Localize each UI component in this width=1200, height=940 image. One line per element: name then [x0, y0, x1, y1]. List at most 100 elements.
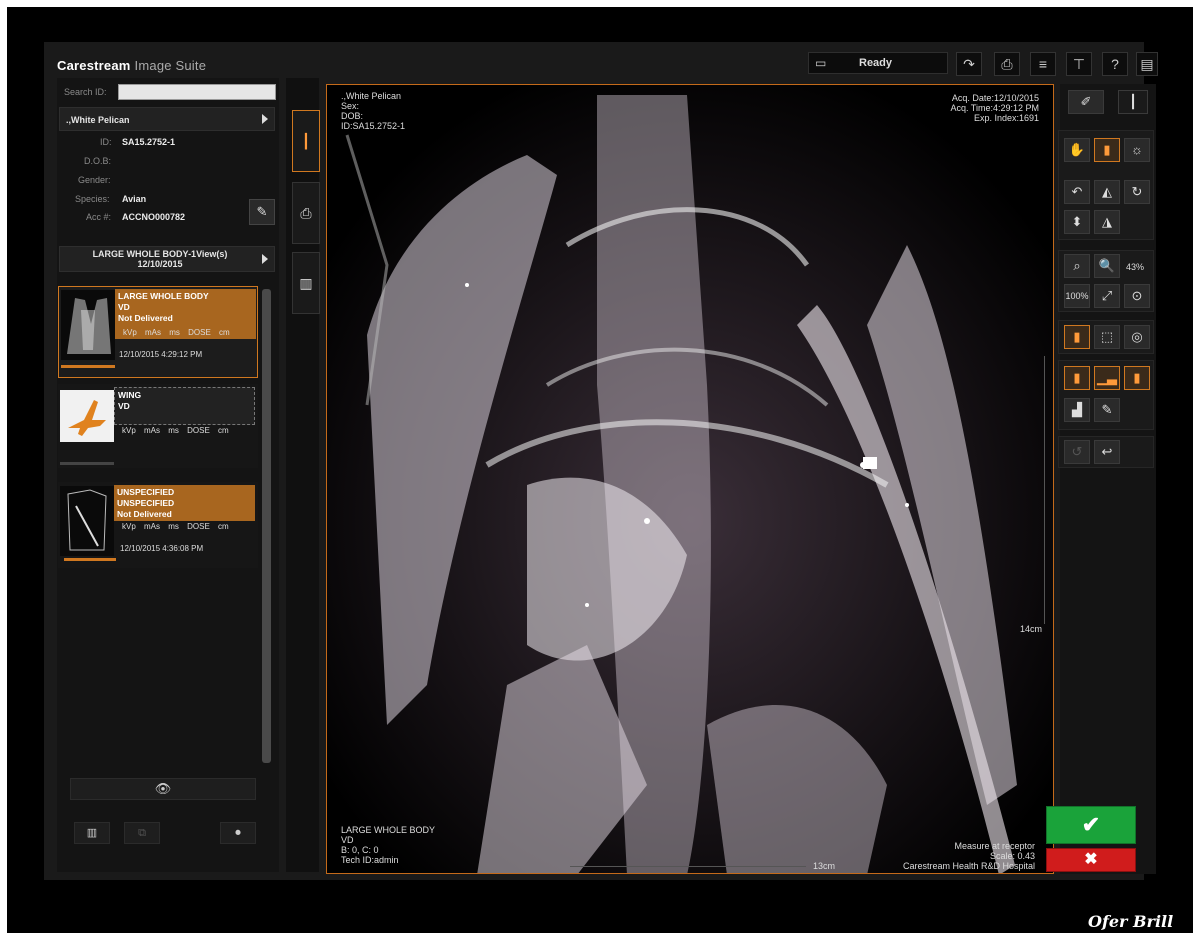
- ellipse-icon[interactable]: ◎: [1124, 325, 1150, 349]
- edit-pencil-icon[interactable]: ✎: [249, 199, 275, 225]
- xray-viewer[interactable]: .,White Pelican Sex: DOB: ID:SA15.2752-1…: [326, 84, 1054, 874]
- species-value: Avian: [122, 194, 147, 204]
- overlay-institution: Carestream Health R&D Hospital: [902, 861, 1035, 871]
- process-alt-icon[interactable]: ▮: [1124, 366, 1150, 390]
- pan-hand-icon[interactable]: ✋: [1064, 138, 1090, 162]
- overlay-body-part: LARGE WHOLE BODY: [341, 825, 436, 835]
- scale-right-label: 14cm: [1020, 624, 1043, 634]
- reject-x-icon[interactable]: ✖: [1046, 848, 1136, 872]
- overlay-top-right: Acq. Date:12/10/2015 Acq. Time:4:29:12 P…: [950, 93, 1039, 123]
- thumbnail-unspecified[interactable]: UNSPECIFIED UNSPECIFIED Not Delivered kV…: [58, 482, 258, 568]
- selection-underline: [61, 365, 115, 368]
- thumbnail-large-whole-body[interactable]: LARGE WHOLE BODY VD Not Delivered kVp mA…: [58, 286, 258, 378]
- tab-print[interactable]: ⎙: [292, 182, 320, 244]
- print-icon[interactable]: ⎙: [994, 52, 1020, 76]
- patient-name: .,White Pelican: [66, 115, 130, 125]
- mirror-icon[interactable]: ◮: [1094, 210, 1120, 234]
- rotate-right-icon[interactable]: ↻: [1124, 180, 1150, 204]
- overlay-id: ID:SA15.2752-1: [341, 121, 406, 131]
- overlay-measure: Measure at receptor: [954, 841, 1035, 851]
- redo-icon[interactable]: ↷: [956, 52, 982, 76]
- status-box: ▭ Ready: [808, 52, 948, 74]
- scale-bottom-label: 13cm: [813, 861, 836, 871]
- zoom-icon[interactable]: 🔍: [1094, 254, 1120, 278]
- photo-credit: Ofer Brill: [1088, 912, 1174, 931]
- xray-thumbnail: [60, 486, 114, 556]
- tab-acquire[interactable]: ┃: [292, 110, 320, 172]
- clipboard-icon[interactable]: ▤: [1136, 52, 1158, 76]
- thumbnail-wing[interactable]: WING VD kVp mAs ms DOSE cm: [58, 384, 258, 468]
- overlay-bottom-right: Measure at receptor Scale: 0.43 Carestre…: [903, 841, 1035, 871]
- rotate-left-icon[interactable]: ↶: [1064, 180, 1090, 204]
- thumb-status: Not Delivered: [118, 313, 173, 323]
- thumb-params: kVp mAs ms DOSE cm: [122, 426, 229, 435]
- ruler-bottom: [570, 866, 806, 869]
- thumb-title: UNSPECIFIED: [117, 487, 175, 497]
- undo-disabled-icon[interactable]: ↺: [1064, 440, 1090, 464]
- flip-vertical-icon[interactable]: ⬍: [1064, 210, 1090, 234]
- ruler-right: [1044, 356, 1047, 624]
- magnifier-icon[interactable]: ⊙: [1124, 284, 1150, 308]
- overlay-bottom-left: LARGE WHOLE BODY VD B: 0, C: 0 Tech ID:a…: [341, 825, 435, 865]
- fit-icon[interactable]: ⤢: [1094, 284, 1120, 308]
- show-hidden-eye-icon[interactable]: 👁: [70, 778, 256, 800]
- thumb-params: kVp mAs ms DOSE cm: [122, 522, 229, 531]
- thumbnail-scrollbar[interactable]: [262, 289, 271, 763]
- zoom-percent: 43%: [1126, 262, 1145, 272]
- acc-label: Acc #:: [86, 212, 112, 222]
- patient-name-row[interactable]: .,White Pelican: [59, 107, 275, 131]
- thumb-title: WING: [118, 390, 142, 400]
- database-icon[interactable]: ≡: [1030, 52, 1056, 76]
- thumb-view: UNSPECIFIED: [117, 498, 175, 508]
- zoom-100-button[interactable]: 100%: [1064, 284, 1090, 308]
- study-date: 12/10/2015: [137, 259, 183, 269]
- tab-compare[interactable]: ▥: [292, 252, 320, 314]
- overlay-acq-date: Acq. Date:12/10/2015: [951, 93, 1039, 103]
- thumb-view: VD: [118, 401, 130, 411]
- network-icon[interactable]: ⊤: [1066, 52, 1092, 76]
- annotate-tab-icon[interactable]: ✐: [1068, 90, 1104, 114]
- xray-thumbnail: [61, 290, 115, 360]
- status-text: Ready: [859, 57, 893, 69]
- undo-icon[interactable]: ↩: [1094, 440, 1120, 464]
- marker-tab-icon[interactable]: ┃: [1118, 90, 1148, 114]
- thumb-title: LARGE WHOLE BODY: [118, 291, 209, 301]
- shutter-icon[interactable]: ⬚: [1094, 325, 1120, 349]
- overlay-patient-name: .,White Pelican: [341, 91, 402, 101]
- study-title: LARGE WHOLE BODY-1View(s): [92, 249, 228, 259]
- record-icon[interactable]: ⏺: [220, 822, 256, 844]
- search-label: Search ID:: [64, 87, 107, 97]
- process-original-icon[interactable]: ▮: [1064, 366, 1090, 390]
- accept-check-icon[interactable]: ✔: [1046, 806, 1136, 844]
- app-brand: Carestream Image Suite: [57, 58, 207, 73]
- layout-icon[interactable]: ▥: [74, 822, 110, 844]
- levels-icon[interactable]: ▟: [1064, 398, 1090, 422]
- overlay-brightness-contrast: B: 0, C: 0: [341, 845, 379, 855]
- screen-icon[interactable]: ⧉: [124, 822, 160, 844]
- search-input[interactable]: [118, 84, 276, 100]
- bird-silhouette-icon: [60, 390, 114, 442]
- brightness-icon[interactable]: ☼: [1124, 138, 1150, 162]
- xray-image: [327, 85, 1053, 873]
- species-label: Species:: [75, 194, 110, 204]
- overlay-exp-index: Exp. Index:1691: [973, 113, 1039, 123]
- marker-place-icon[interactable]: ▮: [1064, 325, 1090, 349]
- marker-tool-icon[interactable]: ▮: [1094, 138, 1120, 162]
- selection-underline: [64, 558, 116, 561]
- overlay-dob: DOB:: [341, 111, 364, 121]
- zoom-region-icon[interactable]: ⌕: [1064, 254, 1090, 278]
- expand-arrow-icon: [262, 254, 268, 264]
- id-value: SA15.2752-1: [122, 137, 176, 147]
- acc-value: ACCNO000782: [122, 212, 186, 222]
- edit-process-icon[interactable]: ✎: [1094, 398, 1120, 422]
- overlay-view: VD: [341, 835, 354, 845]
- study-row[interactable]: LARGE WHOLE BODY-1View(s) 12/10/2015: [59, 246, 275, 272]
- thumb-params: kVp mAs ms DOSE cm: [123, 328, 230, 337]
- histogram-icon[interactable]: ▁▃: [1094, 366, 1120, 390]
- expand-arrow-icon: [262, 114, 268, 124]
- thumb-timestamp: 12/10/2015 4:29:12 PM: [119, 350, 203, 359]
- selection-underline: [60, 462, 114, 465]
- help-icon[interactable]: ?: [1102, 52, 1128, 76]
- flip-icon[interactable]: ◭: [1094, 180, 1120, 204]
- monitor-icon: ▭: [815, 56, 827, 70]
